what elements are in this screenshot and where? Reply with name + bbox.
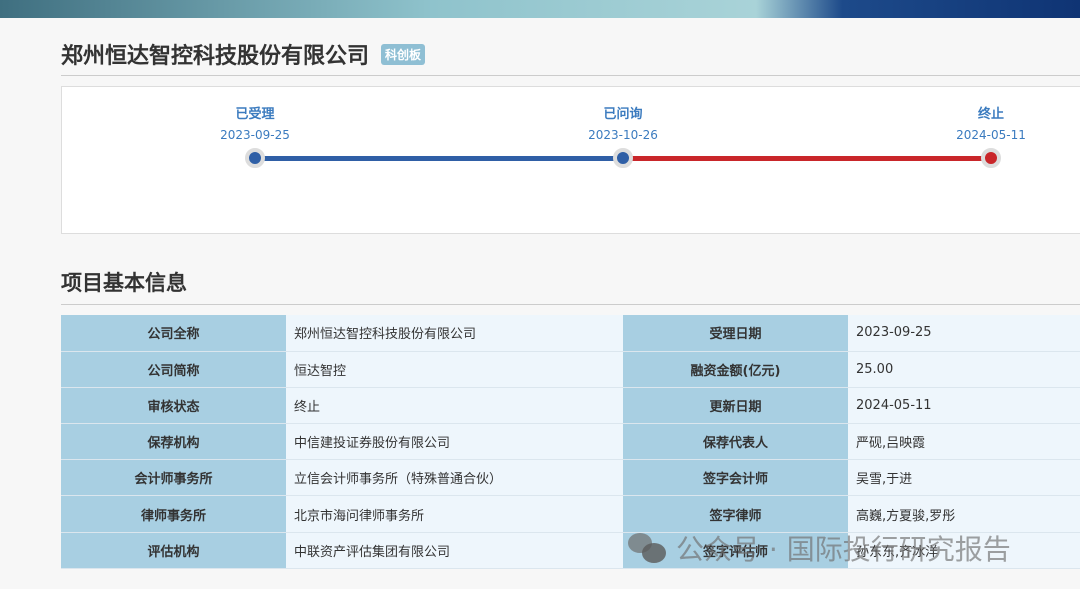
page-title: 郑州恒达智控科技股份有限公司 科创板 xyxy=(61,38,426,70)
field-label: 公司全称 xyxy=(61,315,286,352)
field-value: 2023-09-25 xyxy=(848,315,1080,352)
field-label: 更新日期 xyxy=(623,387,848,425)
field-label: 受理日期 xyxy=(623,315,848,352)
field-value: 吴雪,于进 xyxy=(848,459,1080,497)
table-row: 公司全称 郑州恒达智控科技股份有限公司 受理日期 2023-09-25 xyxy=(61,315,1080,352)
field-value: 立信会计师事务所（特殊普通合伙） xyxy=(286,459,623,497)
board-badge: 科创板 xyxy=(381,43,426,65)
field-label: 评估机构 xyxy=(61,532,286,569)
field-label: 公司简称 xyxy=(61,351,286,388)
timeline-dot xyxy=(981,148,1001,168)
timeline-step: 终止 2024-05-11 xyxy=(956,107,1026,142)
field-label: 保荐代表人 xyxy=(623,423,848,461)
progress-timeline: 已受理 2023-09-25 已问询 2023-10-26 终止 2024-05-11 xyxy=(61,86,1080,234)
section-title: 项目基本信息 xyxy=(61,271,187,295)
timeline-bar-terminated xyxy=(624,156,992,161)
table-row: 公司简称 恒达智控 融资金额(亿元) 25.00 xyxy=(61,351,1080,388)
table-row: 审核状态 终止 更新日期 2024-05-11 xyxy=(61,387,1080,425)
field-value: 严砚,吕映霞 xyxy=(848,423,1080,461)
field-value: 中联资产评估集团有限公司 xyxy=(286,532,623,569)
table-row: 会计师事务所 立信会计师事务所（特殊普通合伙） 签字会计师 吴雪,于进 xyxy=(61,459,1080,497)
timeline-bar-completed xyxy=(255,156,624,161)
watermark: 公众号 · 国际投行研究报告 xyxy=(628,528,1011,568)
wechat-icon xyxy=(628,533,668,563)
header-banner xyxy=(0,0,1080,18)
divider xyxy=(61,75,1080,76)
timeline-dot xyxy=(245,148,265,168)
table-row: 律师事务所 北京市海问律师事务所 签字律师 高巍,方夏骏,罗彤 xyxy=(61,495,1080,533)
timeline-step: 已问询 2023-10-26 xyxy=(588,107,658,142)
field-value: 郑州恒达智控科技股份有限公司 xyxy=(286,315,623,352)
field-label: 保荐机构 xyxy=(61,423,286,461)
field-value: 高巍,方夏骏,罗彤 xyxy=(848,495,1080,533)
table-row: 保荐机构 中信建投证券股份有限公司 保荐代表人 严砚,吕映霞 xyxy=(61,423,1080,461)
field-label: 签字会计师 xyxy=(623,459,848,497)
field-value: 北京市海问律师事务所 xyxy=(286,495,623,533)
field-label: 会计师事务所 xyxy=(61,459,286,497)
field-value: 2024-05-11 xyxy=(848,387,1080,425)
field-value: 25.00 xyxy=(848,351,1080,388)
field-label: 融资金额(亿元) xyxy=(623,351,848,388)
timeline-dot xyxy=(613,148,633,168)
divider xyxy=(61,304,1080,305)
field-value: 恒达智控 xyxy=(286,351,623,388)
field-label: 律师事务所 xyxy=(61,495,286,533)
field-label: 审核状态 xyxy=(61,387,286,425)
field-label: 签字律师 xyxy=(623,495,848,533)
field-value: 中信建投证券股份有限公司 xyxy=(286,423,623,461)
field-value: 终止 xyxy=(286,387,623,425)
timeline-step: 已受理 2023-09-25 xyxy=(220,107,290,142)
company-name: 郑州恒达智控科技股份有限公司 xyxy=(61,44,370,69)
